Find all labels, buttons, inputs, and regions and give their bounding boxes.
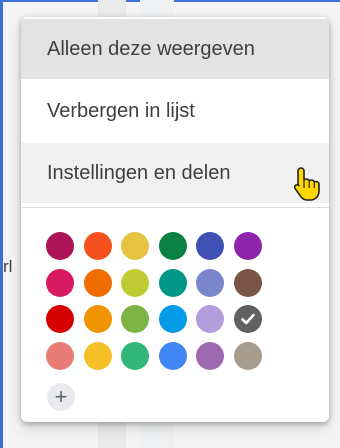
color-swatch[interactable]: [84, 232, 112, 260]
plus-icon: +: [54, 384, 68, 409]
color-swatch[interactable]: [159, 342, 187, 370]
color-swatch[interactable]: [84, 269, 112, 297]
hand-pointer-icon: [292, 166, 322, 202]
color-swatch[interactable]: [196, 269, 224, 297]
color-swatch[interactable]: [159, 305, 187, 333]
color-swatch[interactable]: [234, 342, 262, 370]
color-swatch[interactable]: [196, 342, 224, 370]
color-swatch[interactable]: [46, 305, 74, 333]
color-swatch[interactable]: [196, 232, 224, 260]
color-swatch[interactable]: [159, 232, 187, 260]
checkmark-icon: [241, 313, 255, 325]
color-swatch[interactable]: [46, 232, 74, 260]
menu-item-display-only-this[interactable]: Alleen deze weergeven: [21, 19, 329, 79]
color-swatch[interactable]: [46, 269, 74, 297]
background-partial-text: rl: [3, 257, 13, 276]
color-swatch[interactable]: [121, 342, 149, 370]
calendar-options-menu: Alleen deze weergeven Verbergen in lijst…: [21, 17, 329, 422]
color-swatch[interactable]: [84, 342, 112, 370]
color-swatch[interactable]: [121, 305, 149, 333]
window-left-border: [0, 0, 3, 448]
color-swatch[interactable]: [234, 269, 262, 297]
menu-item-hide-from-list[interactable]: Verbergen in lijst: [21, 81, 329, 141]
menu-divider: [21, 207, 329, 208]
color-swatch[interactable]: [234, 232, 262, 260]
color-palette: [46, 232, 286, 382]
color-swatch[interactable]: [46, 342, 74, 370]
color-swatch[interactable]: [121, 232, 149, 260]
color-swatch[interactable]: [121, 269, 149, 297]
color-swatch[interactable]: [159, 269, 187, 297]
color-swatch[interactable]: [84, 305, 112, 333]
color-swatch-selected[interactable]: [234, 305, 262, 333]
menu-item-settings-and-sharing[interactable]: Instellingen en delen: [21, 143, 329, 203]
add-custom-color-button[interactable]: +: [47, 383, 75, 411]
color-swatch[interactable]: [196, 305, 224, 333]
